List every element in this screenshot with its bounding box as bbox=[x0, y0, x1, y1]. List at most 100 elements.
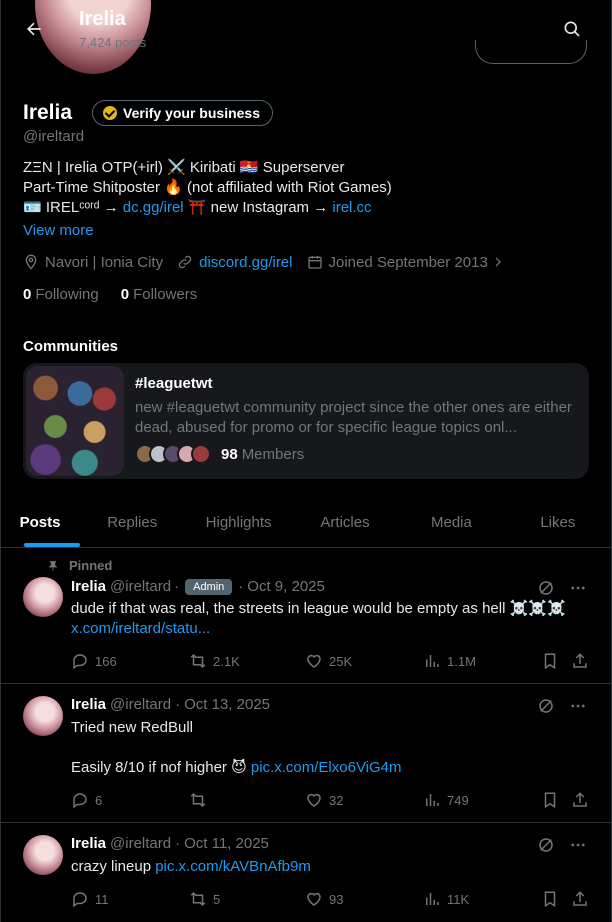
tab-media[interactable]: Media bbox=[398, 498, 504, 547]
bio: ZΞN | Irelia OTP(+irl) ⚔️ Kiribati 🇰🇮 Su… bbox=[23, 158, 583, 218]
name-row: Irelia Verify your business bbox=[23, 100, 273, 126]
avatar[interactable] bbox=[23, 835, 63, 875]
like-count: 25K bbox=[329, 653, 353, 669]
bookmark-button[interactable] bbox=[541, 890, 565, 908]
author-handle[interactable]: @ireltard bbox=[110, 578, 171, 595]
location: Navori | Ionia City bbox=[23, 253, 163, 271]
author-name[interactable]: Irelia bbox=[71, 578, 106, 595]
tab-replies[interactable]: Replies bbox=[79, 498, 185, 547]
views-button[interactable]: 11K bbox=[423, 890, 469, 908]
share-button[interactable] bbox=[571, 791, 595, 809]
bio-line: Part-Time Shitposter 🔥 (not affiliated w… bbox=[23, 179, 392, 196]
pinned-indicator: Pinned bbox=[47, 558, 112, 573]
author-name[interactable]: Irelia bbox=[71, 696, 106, 713]
post-date[interactable]: Oct 13, 2025 bbox=[184, 696, 270, 713]
tab-likes[interactable]: Likes bbox=[505, 498, 611, 547]
share-button[interactable] bbox=[571, 890, 595, 908]
avatar[interactable] bbox=[23, 696, 63, 736]
post-date[interactable]: Oct 11, 2025 bbox=[184, 835, 269, 852]
more-options-icon[interactable] bbox=[569, 836, 587, 854]
link-icon bbox=[178, 255, 192, 269]
post-link[interactable]: pic.x.com/kAVBnAfb9m bbox=[155, 858, 311, 875]
post-header: Irelia @ireltard · Oct 13, 2025 bbox=[71, 696, 271, 713]
post[interactable]: Pinned Irelia @ireltard · Admin · Oct 9,… bbox=[1, 549, 611, 684]
share-button[interactable] bbox=[571, 652, 595, 670]
post-header: Irelia @ireltard · Oct 11, 2025 bbox=[71, 835, 269, 852]
reply-count: 11 bbox=[95, 891, 109, 907]
views-button[interactable]: 749 bbox=[423, 791, 469, 809]
repost-button[interactable]: 5 bbox=[189, 890, 220, 908]
like-count: 93 bbox=[329, 891, 344, 907]
like-button[interactable]: 32 bbox=[305, 791, 343, 809]
grok-icon[interactable] bbox=[537, 697, 555, 715]
repost-button[interactable] bbox=[189, 791, 213, 809]
reply-button[interactable]: 166 bbox=[71, 652, 117, 670]
author-handle[interactable]: @ireltard bbox=[110, 696, 171, 713]
post-tools bbox=[537, 697, 587, 715]
view-more-link[interactable]: View more bbox=[23, 222, 94, 239]
joined-date[interactable]: Joined September 2013 bbox=[307, 254, 504, 271]
views-count: 749 bbox=[447, 792, 469, 808]
website-link[interactable]: discord.gg/irel bbox=[199, 254, 292, 271]
like-button[interactable]: 93 bbox=[305, 890, 343, 908]
profile-tabs: Posts Replies Highlights Articles Media … bbox=[1, 498, 611, 548]
tab-highlights[interactable]: Highlights bbox=[185, 498, 291, 547]
verified-badge-icon bbox=[103, 106, 118, 120]
views-chart-icon bbox=[426, 655, 439, 667]
bio-text: 🪪 IRELᶜᵒʳᵈ → bbox=[23, 199, 123, 216]
like-button[interactable]: 25K bbox=[305, 652, 352, 670]
community-card[interactable]: #leaguetwt new #leaguetwt community proj… bbox=[23, 363, 589, 479]
bookmark-button[interactable] bbox=[541, 791, 565, 809]
heart-icon bbox=[307, 892, 321, 906]
post-date[interactable]: Oct 9, 2025 bbox=[247, 578, 325, 595]
bio-line: ZΞN | Irelia OTP(+irl) ⚔️ Kiribati 🇰🇮 Su… bbox=[23, 159, 345, 176]
grok-icon[interactable] bbox=[537, 836, 555, 854]
tab-posts[interactable]: Posts bbox=[1, 498, 80, 547]
follow-stats: 0 Following 0 Followers bbox=[23, 286, 219, 303]
post-header: Irelia @ireltard · Admin · Oct 9, 2025 bbox=[71, 578, 325, 595]
profile-handle: @ireltard bbox=[23, 128, 85, 145]
avatar[interactable] bbox=[23, 577, 63, 617]
author-name[interactable]: Irelia bbox=[71, 835, 106, 852]
share-icon bbox=[573, 891, 587, 906]
views-count: 1.1M bbox=[447, 653, 476, 669]
joined-text: Joined September 2013 bbox=[328, 253, 488, 271]
location-pin-icon bbox=[25, 254, 37, 270]
like-count: 32 bbox=[329, 792, 344, 808]
post[interactable]: Irelia @ireltard · Oct 13, 2025 Tried ne… bbox=[1, 684, 611, 823]
heart-icon bbox=[307, 654, 321, 668]
bio-link-discord[interactable]: dc.gg/irel bbox=[123, 199, 184, 216]
post[interactable]: Irelia @ireltard · Oct 11, 2025 crazy li… bbox=[1, 823, 611, 922]
bookmark-icon bbox=[544, 653, 556, 670]
repost-icon bbox=[190, 653, 206, 669]
search-button[interactable] bbox=[557, 14, 587, 44]
verify-business-button[interactable]: Verify your business bbox=[92, 100, 273, 126]
following-link[interactable]: 0 Following bbox=[23, 286, 99, 303]
views-chart-icon bbox=[426, 893, 439, 905]
repost-button[interactable]: 2.1K bbox=[189, 652, 240, 670]
post-actions: 166 2.1K 25K 1.1M bbox=[71, 652, 591, 672]
calendar-icon bbox=[307, 256, 322, 269]
author-handle[interactable]: @ireltard bbox=[110, 835, 171, 852]
grok-icon[interactable] bbox=[537, 579, 555, 597]
reply-button[interactable]: 6 bbox=[71, 791, 102, 809]
post-text: dude if that was real, the streets in le… bbox=[71, 599, 591, 639]
bookmark-button[interactable] bbox=[541, 652, 565, 670]
followers-count: 0 bbox=[120, 286, 130, 303]
followers-link[interactable]: 0 Followers bbox=[121, 286, 198, 303]
repost-icon bbox=[190, 891, 206, 907]
tab-articles[interactable]: Articles bbox=[292, 498, 398, 547]
bio-link-instagram[interactable]: irel.cc bbox=[332, 199, 371, 216]
views-button[interactable]: 1.1M bbox=[423, 652, 476, 670]
communities-heading: Communities bbox=[23, 338, 119, 355]
back-button[interactable] bbox=[19, 14, 49, 44]
pin-icon bbox=[48, 560, 58, 571]
community-image bbox=[26, 366, 124, 476]
post-actions: 6 32 749 bbox=[71, 791, 591, 811]
post-link[interactable]: x.com/ireltard/statu... bbox=[71, 619, 591, 639]
header-posts-count: 7,424 posts bbox=[79, 35, 147, 50]
post-link[interactable]: pic.x.com/Elxo6ViG4m bbox=[251, 759, 402, 776]
more-options-icon[interactable] bbox=[569, 697, 587, 715]
more-options-icon[interactable] bbox=[569, 579, 587, 597]
reply-button[interactable]: 11 bbox=[71, 890, 109, 908]
